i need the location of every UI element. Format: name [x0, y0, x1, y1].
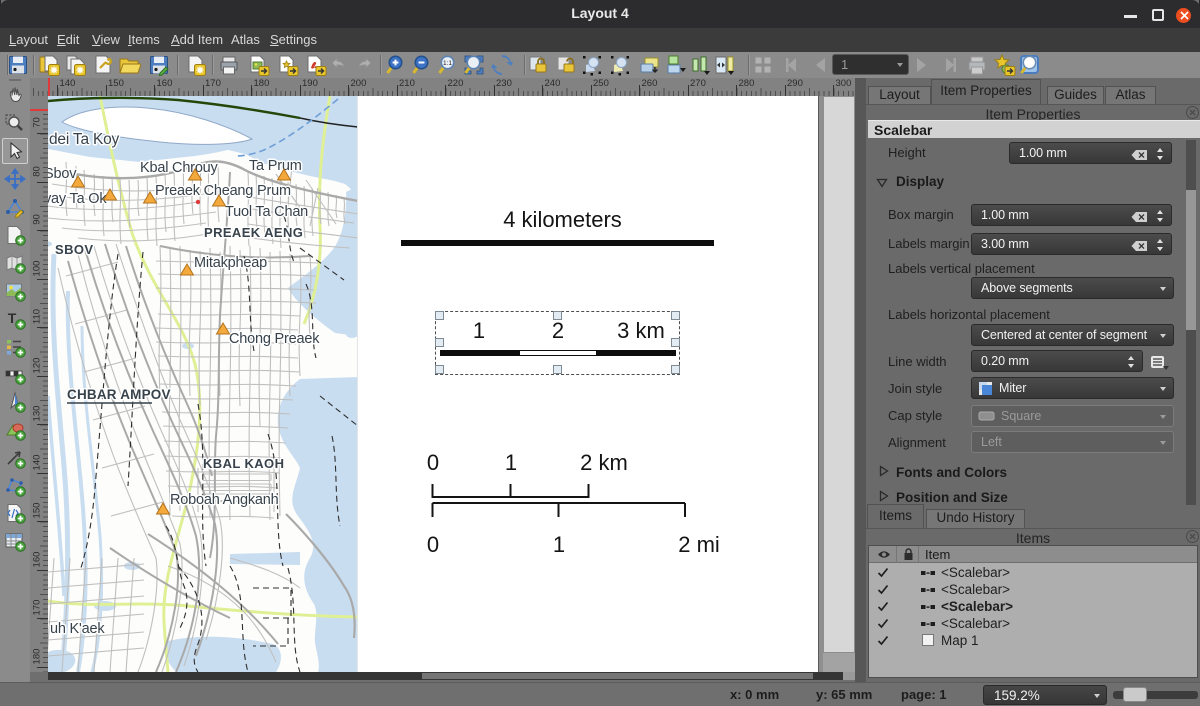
- svg-text:SBOV: SBOV: [55, 242, 93, 257]
- svg-text:dei Ta Koy: dei Ta Koy: [49, 131, 120, 148]
- svg-text:Roboah Angkanh: Roboah Angkanh: [170, 492, 279, 508]
- svg-text:PREAEK AENG: PREAEK AENG: [204, 225, 303, 240]
- svg-text:Sbov: Sbov: [48, 166, 77, 182]
- svg-text:KBAL KAOH: KBAL KAOH: [203, 456, 284, 471]
- svg-text:vay Ta Ok: vay Ta Ok: [48, 191, 107, 207]
- svg-text:Ta Prum: Ta Prum: [249, 158, 302, 174]
- svg-text:Preaek Cheang Prum: Preaek Cheang Prum: [155, 183, 291, 199]
- svg-text:Tuol Ta Chan: Tuol Ta Chan: [225, 204, 308, 220]
- svg-text:1:1: 1:1: [443, 60, 452, 67]
- svg-text:uh K'aek: uh K'aek: [50, 621, 105, 637]
- svg-text:CHBAR AMPOV: CHBAR AMPOV: [67, 387, 171, 402]
- svg-text:Chong Preaek: Chong Preaek: [229, 331, 320, 347]
- svg-text:Mitakpheap: Mitakpheap: [194, 255, 267, 271]
- svg-text:Kbal Chrouy: Kbal Chrouy: [140, 160, 219, 176]
